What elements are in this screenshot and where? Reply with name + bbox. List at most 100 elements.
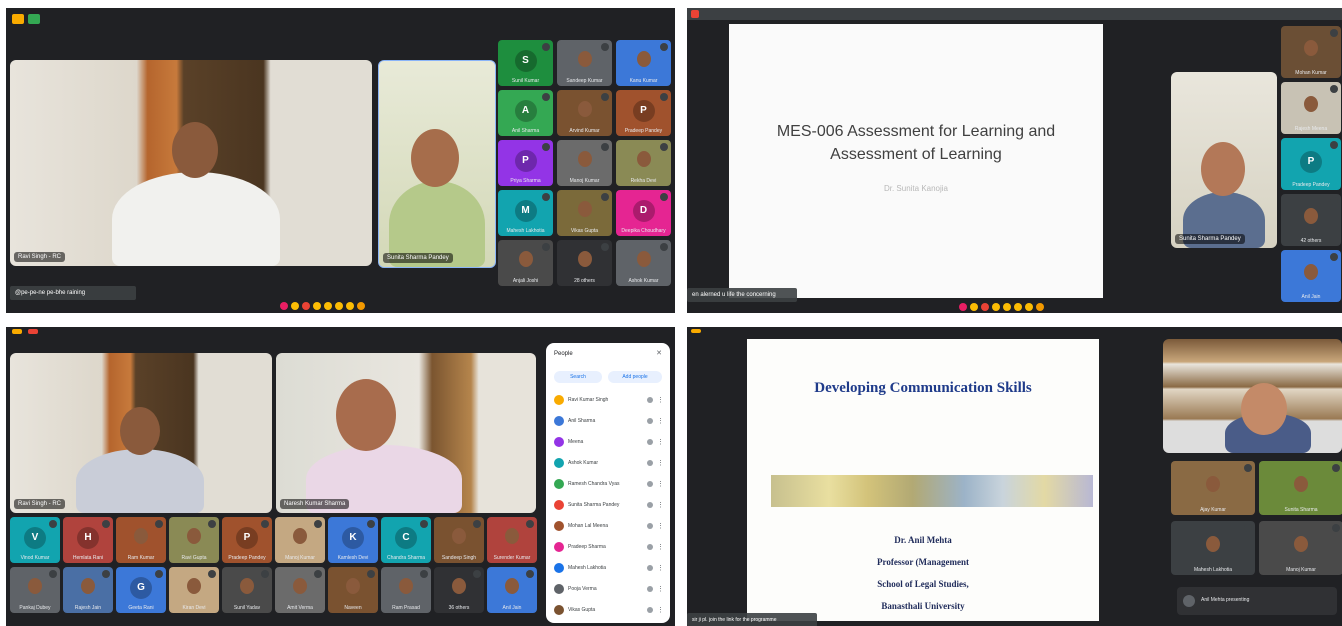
participant-tile[interactable]: Sunita Sharma (1259, 461, 1342, 515)
participant-tile[interactable]: A Anil Sharma (498, 90, 553, 136)
participant-tile[interactable]: Ajay Kumar (1171, 461, 1255, 515)
reaction-bar[interactable] (280, 302, 365, 310)
heart-icon[interactable] (959, 303, 967, 311)
participant-tile[interactable]: Naveen (328, 567, 378, 613)
heart-icon[interactable] (280, 302, 288, 310)
party-icon[interactable] (302, 302, 310, 310)
participant-tile[interactable]: Ravi Gupta (169, 517, 219, 563)
joy-icon[interactable] (992, 303, 1000, 311)
more-options-icon[interactable]: ⋮ (657, 396, 664, 404)
participant-tile[interactable]: Rajesh Meena (1281, 82, 1341, 134)
participant-tile[interactable]: P Pradeep Pandey (1281, 138, 1341, 190)
participant-tile[interactable]: Mohan Kumar (1281, 26, 1341, 78)
participant-tile[interactable]: Anil Jain (487, 567, 537, 613)
people-list-item[interactable]: Vikas Gupta ⋮ (554, 603, 664, 617)
people-list-item[interactable]: Mohan Lal Meena ⋮ (554, 519, 664, 533)
wow-icon[interactable] (324, 302, 332, 310)
participant-tile[interactable]: Anil Jain (1281, 250, 1341, 302)
people-list-item[interactable]: Pooja Verma ⋮ (554, 582, 664, 596)
people-list-item[interactable]: Sunita Sharma Pandey ⋮ (554, 498, 664, 512)
participant-tile[interactable]: Sunil Yadav (222, 567, 272, 613)
clap-icon[interactable] (346, 302, 354, 310)
thinking-icon[interactable] (1036, 303, 1044, 311)
reaction-bar[interactable] (959, 303, 1044, 311)
thumbs-up-icon[interactable] (291, 302, 299, 310)
participant-tile[interactable]: 36 others (434, 567, 484, 613)
cry-icon[interactable] (335, 302, 343, 310)
search-button[interactable]: Search (554, 371, 602, 383)
participant-tile[interactable]: H Hemlata Rani (63, 517, 113, 563)
second-video-tile[interactable]: Naresh Kumar Sharma (276, 353, 536, 513)
participant-tile[interactable]: Manoj Kumar (1259, 521, 1342, 575)
participant-tile[interactable]: Amit Verma (275, 567, 325, 613)
participant-tile[interactable]: Ram Prasad (381, 567, 431, 613)
participant-tile[interactable]: M Mahesh Lakhotia (498, 190, 553, 236)
participant-tile[interactable]: Anjali Joshi (498, 240, 553, 286)
more-options-icon[interactable]: ⋮ (657, 522, 664, 530)
people-list-item[interactable]: Ravi Kumar Singh ⋮ (554, 393, 664, 407)
participant-tile[interactable]: Rekha Devi (616, 140, 671, 186)
party-icon[interactable] (981, 303, 989, 311)
participant-tile[interactable]: D Deepika Choudhary (616, 190, 671, 236)
participant-tile[interactable]: 42 others (1281, 194, 1341, 246)
people-list-item[interactable]: Ashok Kumar ⋮ (554, 456, 664, 470)
participant-tile[interactable]: Ram Kumar (116, 517, 166, 563)
participant-tile[interactable]: Sandeep Singh (434, 517, 484, 563)
clap-icon[interactable] (1025, 303, 1033, 311)
presenter-camera-tile[interactable] (1163, 339, 1342, 453)
participant-tile[interactable]: S Sunil Kumar (498, 40, 553, 86)
add-people-button[interactable]: Add people (608, 371, 662, 383)
participant-tile[interactable]: Arvind Kumar (557, 90, 612, 136)
camera-tile[interactable]: Sunita Sharma Pandey (1171, 72, 1277, 248)
people-list-item[interactable]: Mahesh Lakhotia ⋮ (554, 561, 664, 575)
main-video-tile[interactable]: Ravi Singh - RC (10, 60, 372, 266)
participant-tile[interactable]: Pankaj Dubey (10, 567, 60, 613)
hand-raise-icon[interactable] (12, 14, 24, 24)
participant-tile[interactable]: Rajesh Jain (63, 567, 113, 613)
participant-tile[interactable]: Kanu Kumar (616, 40, 671, 86)
participant-head (505, 528, 519, 544)
main-video-tile[interactable]: Ravi Singh - RC (10, 353, 272, 513)
mic-off-icon (647, 607, 653, 613)
participant-tile[interactable]: Manoj Kumar (275, 517, 325, 563)
participant-tile[interactable]: G Geeta Rani (116, 567, 166, 613)
participant-tile[interactable]: Vikas Gupta (557, 190, 612, 236)
hand-raise-icon[interactable] (691, 329, 701, 333)
people-list-item[interactable]: Ramesh Chandra Vyas ⋮ (554, 477, 664, 491)
close-icon[interactable]: ✕ (656, 349, 662, 357)
more-options-icon[interactable]: ⋮ (657, 606, 664, 614)
participant-tile[interactable]: 28 others (557, 240, 612, 286)
more-options-icon[interactable]: ⋮ (657, 438, 664, 446)
joy-icon[interactable] (313, 302, 321, 310)
participant-tile[interactable]: Ashok Kumar (616, 240, 671, 286)
participant-tile[interactable]: Kiran Devi (169, 567, 219, 613)
more-options-icon[interactable]: ⋮ (657, 543, 664, 551)
participant-tile[interactable]: V Vinod Kumar (10, 517, 60, 563)
more-options-icon[interactable]: ⋮ (657, 480, 664, 488)
wow-icon[interactable] (1003, 303, 1011, 311)
more-options-icon[interactable]: ⋮ (657, 459, 664, 467)
chat-icon[interactable] (28, 14, 40, 24)
people-list-item[interactable]: Anil Sharma ⋮ (554, 414, 664, 428)
more-options-icon[interactable]: ⋮ (657, 417, 664, 425)
thinking-icon[interactable] (357, 302, 365, 310)
participant-tile[interactable]: P Priya Sharma (498, 140, 553, 186)
participant-tile[interactable]: Surender Kumar (487, 517, 537, 563)
people-list-item[interactable]: Pradeep Sharma ⋮ (554, 540, 664, 554)
thumbs-up-icon[interactable] (970, 303, 978, 311)
participant-tile[interactable]: P Pradeep Pandey (616, 90, 671, 136)
cry-icon[interactable] (1014, 303, 1022, 311)
second-video-tile[interactable]: Sunita Sharma Pandey (378, 60, 496, 268)
participant-tile[interactable]: Sandeep Kumar (557, 40, 612, 86)
participant-tile[interactable]: C Chandra Sharma (381, 517, 431, 563)
more-options-icon[interactable]: ⋮ (657, 564, 664, 572)
participant-tile[interactable]: K Kamlesh Devi (328, 517, 378, 563)
mic-off-icon (473, 570, 481, 578)
people-list-item[interactable]: Meena ⋮ (554, 435, 664, 449)
participant-tile[interactable]: Manoj Kumar (557, 140, 612, 186)
hand-raise-icon[interactable] (12, 329, 22, 334)
more-options-icon[interactable]: ⋮ (657, 501, 664, 509)
more-options-icon[interactable]: ⋮ (657, 585, 664, 593)
participant-tile[interactable]: P Pradeep Pandey (222, 517, 272, 563)
participant-tile[interactable]: Mahesh Lakhotia (1171, 521, 1255, 575)
